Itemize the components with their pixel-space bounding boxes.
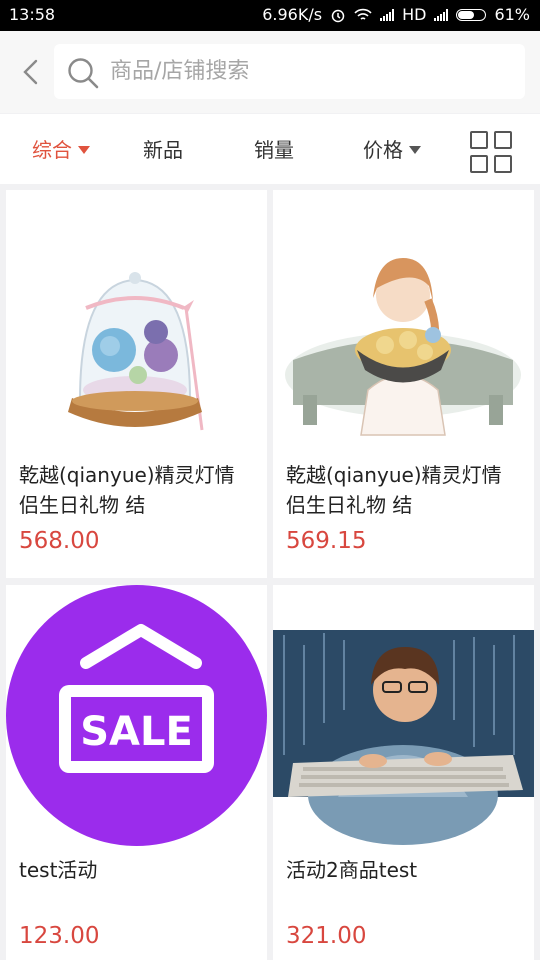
product-image-sale-sign: SALE xyxy=(6,585,267,846)
product-price: 321.00 xyxy=(286,923,367,949)
product-image-rose-dome xyxy=(6,190,267,451)
filter-tab-price[interactable]: 价格 xyxy=(363,134,421,163)
status-bar: 13:58 6.96K/s HD 61% xyxy=(0,0,540,31)
product-name: test活动 xyxy=(19,858,98,882)
alarm-icon xyxy=(331,9,345,22)
product-name: 乾越(qianyue)精灵灯情侣生日礼物 结 xyxy=(19,463,235,517)
product-card[interactable]: 活动2商品test 321.00 xyxy=(273,585,534,960)
grid-view-icon[interactable] xyxy=(470,131,512,173)
network-type: HD xyxy=(402,5,427,24)
product-card[interactable]: 乾越(qianyue)精灵灯情侣生日礼物 结 568.00 xyxy=(6,190,267,578)
product-name: 乾越(qianyue)精灵灯情侣生日礼物 结 xyxy=(286,463,502,517)
filter-label: 价格 xyxy=(363,138,403,162)
battery-icon xyxy=(456,8,487,21)
product-image-boy-keyboard xyxy=(273,585,534,846)
filter-label: 新品 xyxy=(143,138,183,162)
wifi-icon xyxy=(354,8,372,20)
caret-down-icon xyxy=(78,146,90,154)
filter-tab-comprehensive[interactable]: 综合 xyxy=(32,134,90,163)
product-name: 活动2商品test xyxy=(286,858,418,882)
filter-bar: 综合 新品 销量 价格 xyxy=(0,114,540,184)
product-price: 568.00 xyxy=(19,528,100,554)
search-header xyxy=(0,31,540,113)
search-input[interactable] xyxy=(110,52,510,90)
product-image-girl-flowers xyxy=(273,190,534,451)
product-price: 569.15 xyxy=(286,528,367,554)
product-card[interactable]: SALE test活动 123.00 xyxy=(6,585,267,960)
search-box[interactable] xyxy=(54,44,525,99)
status-time: 13:58 xyxy=(9,5,56,24)
filter-tab-sales[interactable]: 销量 xyxy=(254,134,294,163)
product-card[interactable]: 乾越(qianyue)精灵灯情侣生日礼物 结 569.15 xyxy=(273,190,534,578)
battery-percent: 61% xyxy=(494,5,530,24)
sale-sign-text: SALE xyxy=(80,709,193,755)
filter-label: 综合 xyxy=(32,138,72,162)
filter-tab-new[interactable]: 新品 xyxy=(143,134,183,163)
net-speed: 6.96K/s xyxy=(262,5,323,24)
signal-icon xyxy=(380,8,395,21)
filter-label: 销量 xyxy=(254,138,294,162)
signal-icon-2 xyxy=(434,8,449,21)
product-price: 123.00 xyxy=(19,923,100,949)
caret-down-icon xyxy=(409,146,421,154)
back-arrow-icon[interactable] xyxy=(17,58,43,86)
search-icon xyxy=(68,58,99,89)
